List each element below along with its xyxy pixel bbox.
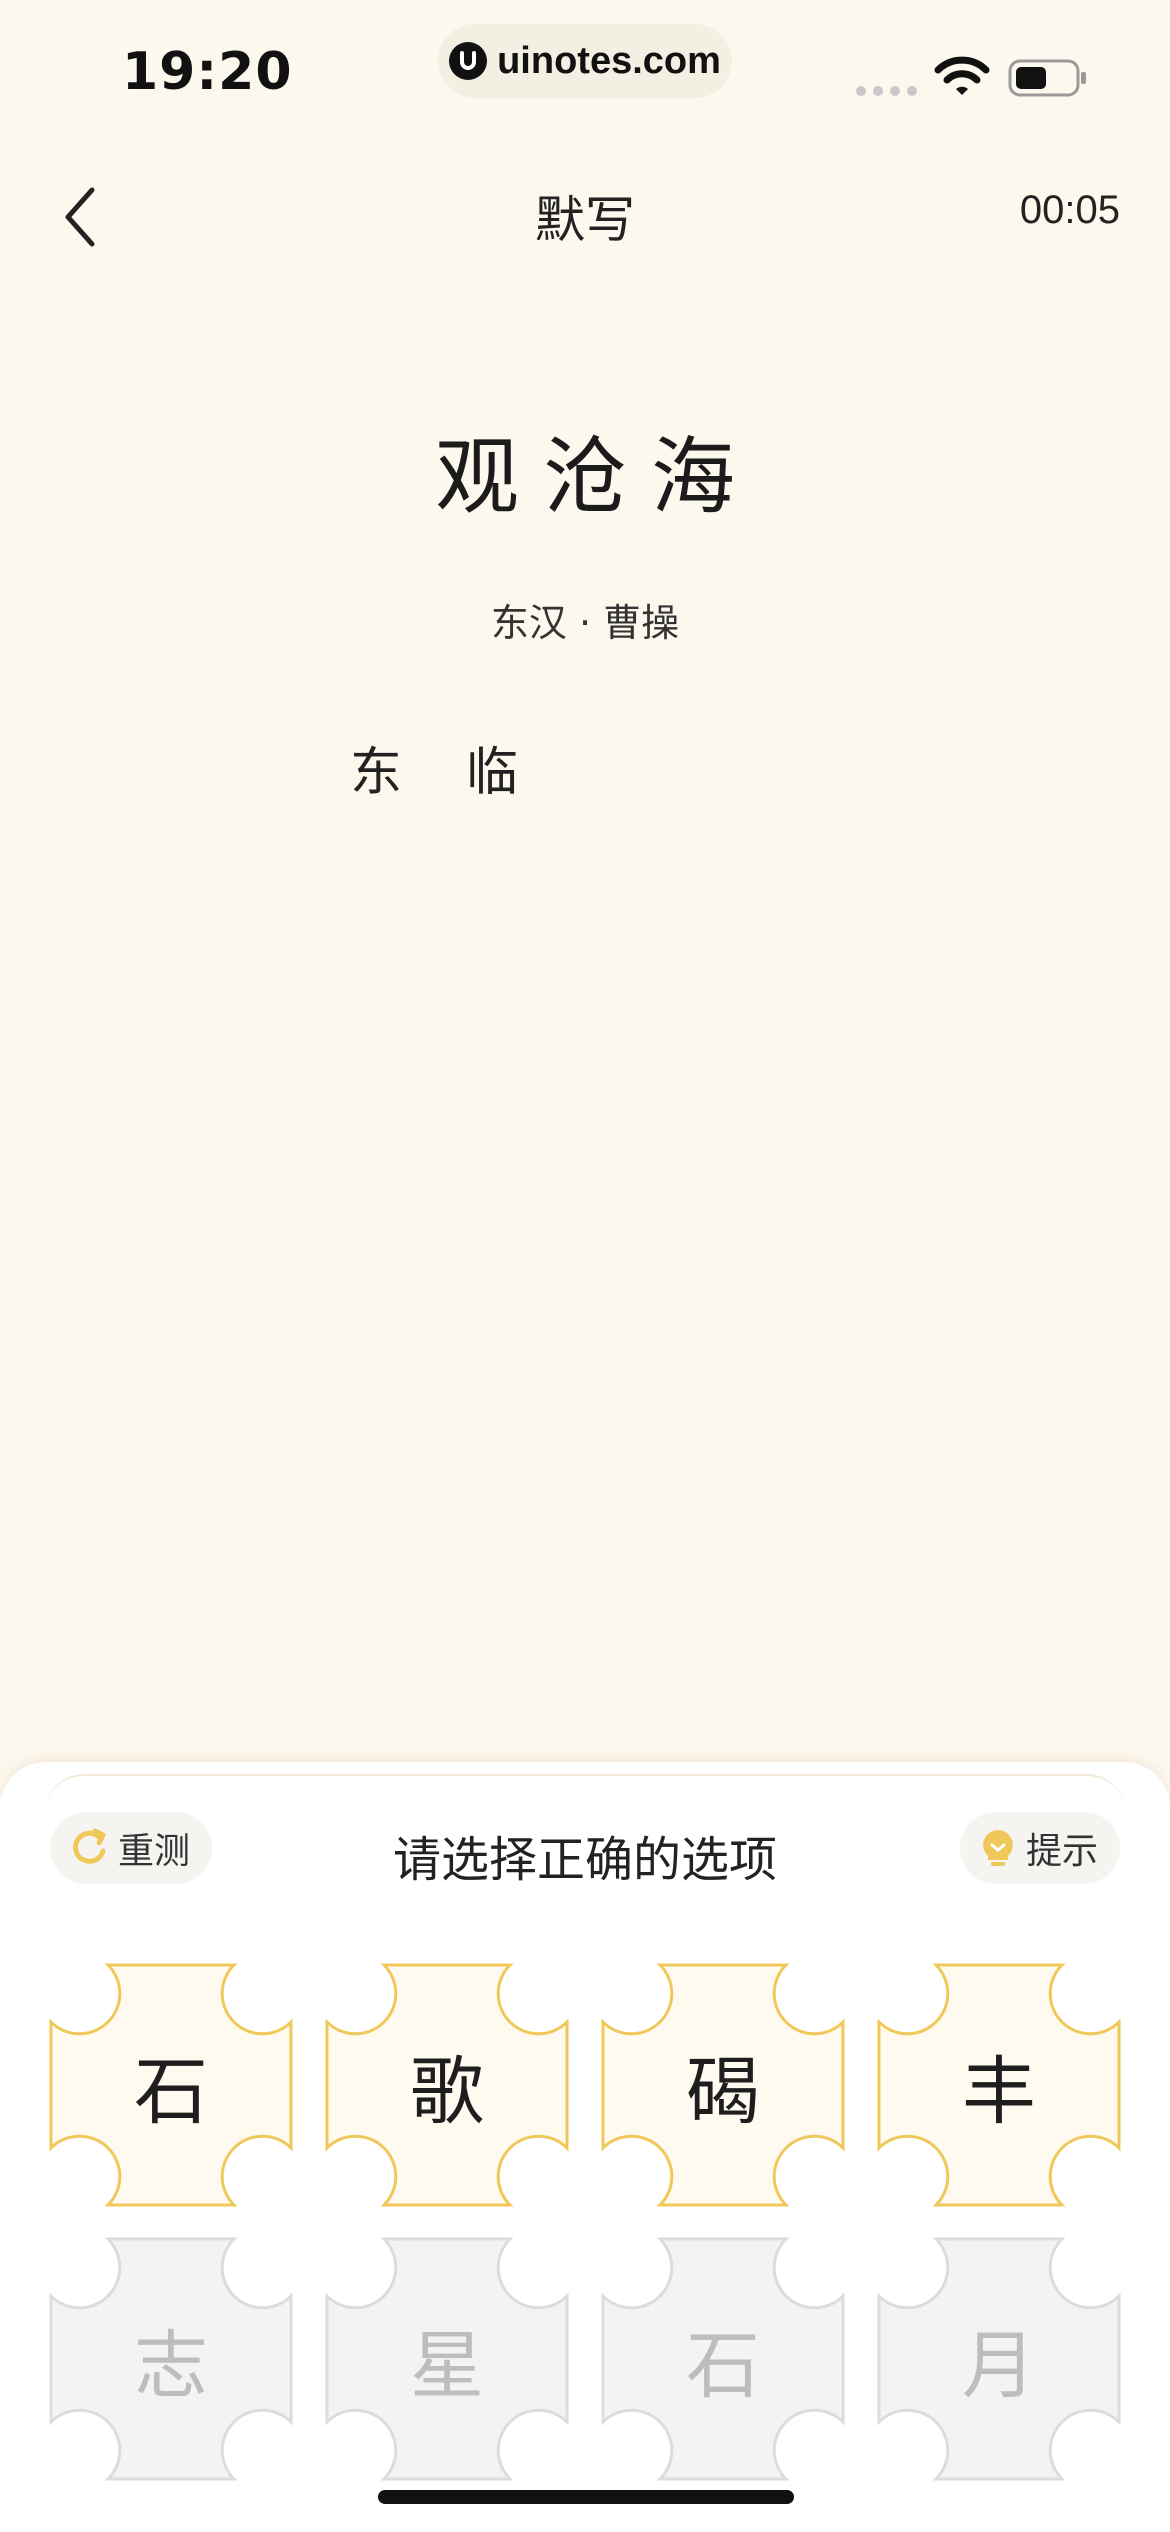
url-text: uinotes.com xyxy=(497,39,721,82)
site-logo-icon xyxy=(449,42,488,80)
answer-char: 临 xyxy=(466,743,519,803)
option-char: 志 xyxy=(134,2322,208,2409)
lightbulb-icon xyxy=(983,1830,1013,1866)
panel-header: 重测 请选择正确的选项 提示 xyxy=(0,1812,1170,1888)
option-tile-used[interactable]: 志 xyxy=(48,2236,294,2482)
option-char: 星 xyxy=(410,2322,484,2409)
option-char: 丰 xyxy=(962,2048,1036,2135)
option-tile-used[interactable]: 石 xyxy=(600,2236,846,2482)
home-indicator xyxy=(378,2490,794,2504)
battery-icon xyxy=(1008,59,1086,97)
poem-author: 东汉 · 曹操 xyxy=(490,601,680,645)
url-pill[interactable]: uinotes.com xyxy=(438,24,732,98)
option-tile[interactable]: 歌 xyxy=(324,1962,570,2208)
status-bar: 19:20 uinotes.com xyxy=(0,0,1170,150)
hint-label: 提示 xyxy=(1025,1831,1098,1872)
option-tile-used[interactable]: 星 xyxy=(324,2236,570,2482)
wifi-icon xyxy=(934,56,990,95)
poem-title: 观沧海 xyxy=(434,428,759,526)
option-tile[interactable]: 丰 xyxy=(876,1962,1122,2208)
panel-decor-edge xyxy=(44,1774,1126,1816)
answer-line: 东 临 xyxy=(350,730,518,805)
answer-char: 东 xyxy=(350,743,403,803)
option-char: 月 xyxy=(962,2322,1036,2409)
option-char: 石 xyxy=(686,2322,760,2409)
cellular-signal-icon xyxy=(856,86,917,96)
option-char: 石 xyxy=(134,2048,208,2135)
status-time: 19:20 xyxy=(122,42,293,102)
option-grid: 石 歌 碣 丰 志 星 石 月 xyxy=(48,1962,1122,2482)
option-tile-used[interactable]: 月 xyxy=(876,2236,1122,2482)
option-char: 歌 xyxy=(410,2048,484,2135)
timer: 00:05 xyxy=(1019,188,1120,232)
page-title: 默写 xyxy=(535,191,635,249)
hint-button[interactable]: 提示 xyxy=(959,1812,1120,1884)
option-tile[interactable]: 石 xyxy=(48,1962,294,2208)
option-tile[interactable]: 碣 xyxy=(600,1962,846,2208)
option-char: 碣 xyxy=(686,2048,760,2135)
